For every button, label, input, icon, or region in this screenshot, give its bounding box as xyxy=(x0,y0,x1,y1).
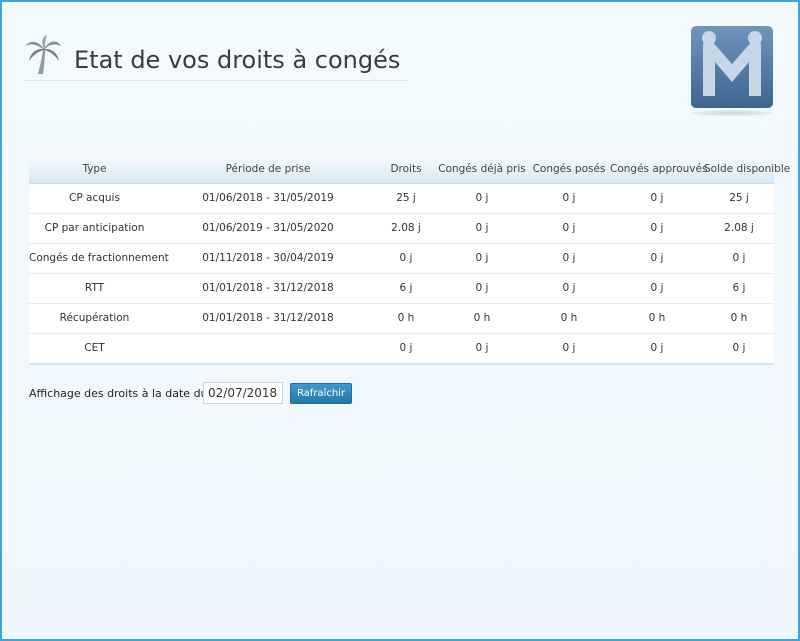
cell-rights: 0 h xyxy=(376,302,436,333)
cell-approved: 0 j xyxy=(610,242,704,273)
table-header-row: Type Période de prise Droits Congés déjà… xyxy=(29,155,790,184)
cell-posted: 0 h xyxy=(528,302,610,333)
app-window: Etat de vos droits à congés Type Période… xyxy=(0,0,800,641)
cell-taken: 0 j xyxy=(436,332,528,365)
cell-taken: 0 h xyxy=(436,302,528,333)
cell-balance: 0 j xyxy=(704,332,774,365)
refresh-button[interactable]: Rafraîchir xyxy=(290,383,352,404)
cell-posted: 0 j xyxy=(528,242,610,273)
cell-period: 01/01/2018 - 31/12/2018 xyxy=(160,302,376,333)
table-row: CET 0 j 0 j 0 j 0 j 0 j xyxy=(29,332,774,365)
column-header-period[interactable]: Période de prise xyxy=(160,155,376,184)
cell-posted: 0 j xyxy=(528,272,610,303)
column-header-type[interactable]: Type xyxy=(29,155,160,184)
cell-taken: 0 j xyxy=(436,212,528,243)
column-header-taken[interactable]: Congés déjà pris xyxy=(436,155,528,184)
m-logo-icon xyxy=(691,26,773,108)
cell-approved: 0 h xyxy=(610,302,704,333)
cell-type: CP acquis xyxy=(29,182,160,213)
cell-period: 01/11/2018 - 30/04/2019 xyxy=(160,242,376,273)
cell-posted: 0 j xyxy=(528,182,610,213)
table-row: Récupération 01/01/2018 - 31/12/2018 0 h… xyxy=(29,302,774,333)
cell-approved: 0 j xyxy=(610,272,704,303)
page-header: Etat de vos droits à congés xyxy=(24,32,408,81)
date-label: Affichage des droits à la date du : xyxy=(29,387,215,400)
column-header-posted[interactable]: Congés posés xyxy=(528,155,610,184)
cell-period: 01/06/2018 - 31/05/2019 xyxy=(160,182,376,213)
cell-type: CP par anticipation xyxy=(29,212,160,243)
cell-posted: 0 j xyxy=(528,212,610,243)
cell-approved: 0 j xyxy=(610,212,704,243)
cell-taken: 0 j xyxy=(436,242,528,273)
cell-rights: 0 j xyxy=(376,242,436,273)
cell-rights: 2.08 j xyxy=(376,212,436,243)
cell-balance: 2.08 j xyxy=(704,212,774,243)
palm-tree-icon xyxy=(25,35,61,74)
column-header-approved[interactable]: Congés approuvés xyxy=(610,155,707,184)
table-row: RTT 01/01/2018 - 31/12/2018 6 j 0 j 0 j … xyxy=(29,272,774,303)
cell-balance: 25 j xyxy=(704,182,774,213)
cell-taken: 0 j xyxy=(436,272,528,303)
cell-type: RTT xyxy=(29,272,160,303)
cell-type: Congés de fractionnement xyxy=(29,242,169,273)
cell-rights: 6 j xyxy=(376,272,436,303)
column-header-balance[interactable]: Solde disponible xyxy=(704,155,790,184)
table-row: CP acquis 01/06/2018 - 31/05/2019 25 j 0… xyxy=(29,182,774,213)
cell-type: CET xyxy=(29,332,160,365)
cell-rights: 25 j xyxy=(376,182,436,213)
cell-approved: 0 j xyxy=(610,182,704,213)
table-row: CP par anticipation 01/06/2019 - 31/05/2… xyxy=(29,212,774,243)
leave-rights-table: Type Période de prise Droits Congés déjà… xyxy=(29,155,790,365)
date-input[interactable] xyxy=(203,382,283,404)
table-row: Congés de fractionnement 01/11/2018 - 30… xyxy=(29,242,774,273)
cell-rights: 0 j xyxy=(376,332,436,365)
column-header-rights[interactable]: Droits xyxy=(376,155,436,184)
cell-period: 01/06/2019 - 31/05/2020 xyxy=(160,212,376,243)
logo-shadow xyxy=(692,110,772,116)
cell-balance: 6 j xyxy=(704,272,774,303)
cell-period: 01/01/2018 - 31/12/2018 xyxy=(160,272,376,303)
cell-balance: 0 h xyxy=(704,302,774,333)
cell-balance: 0 j xyxy=(704,242,774,273)
page-title: Etat de vos droits à congés xyxy=(74,46,401,74)
cell-approved: 0 j xyxy=(610,332,704,365)
cell-taken: 0 j xyxy=(436,182,528,213)
cell-period xyxy=(160,332,376,365)
cell-type: Récupération xyxy=(29,302,160,333)
cell-posted: 0 j xyxy=(528,332,610,365)
